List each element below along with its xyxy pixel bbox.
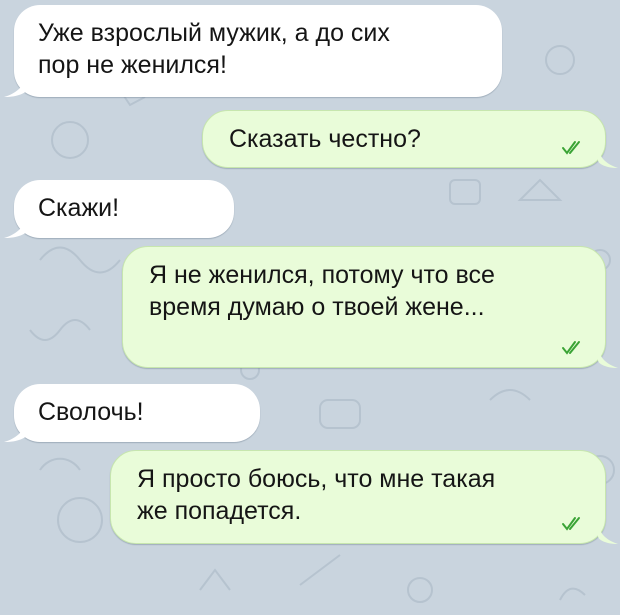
incoming-message[interactable]: Сволочь!	[14, 384, 260, 442]
message-text: Я просто боюсь, что мне такая же попадет…	[137, 465, 496, 525]
double-check-icon	[562, 517, 580, 531]
message-text: Скажи!	[38, 194, 120, 222]
outgoing-message[interactable]: Я не женился, потому что все время думаю…	[122, 246, 606, 368]
double-check-icon	[562, 341, 580, 355]
bubble-tail	[598, 348, 618, 368]
bubble-tail	[4, 216, 28, 238]
incoming-message[interactable]: Скажи!	[14, 180, 234, 238]
incoming-message[interactable]: Уже взрослый мужик, а до сих пор не жени…	[14, 5, 502, 97]
message-text: Сволочь!	[38, 398, 144, 426]
message-text: Я не женился, потому что все время думаю…	[149, 261, 495, 321]
bubble-tail	[598, 524, 618, 544]
bubble-tail	[4, 75, 28, 97]
double-check-icon	[562, 141, 580, 155]
message-text: Сказать честно?	[229, 125, 421, 153]
bubble-tail	[4, 420, 28, 442]
outgoing-message[interactable]: Я просто боюсь, что мне такая же попадет…	[110, 450, 606, 544]
bubble-tail	[598, 148, 618, 168]
message-text: Уже взрослый мужик, а до сих пор не жени…	[38, 19, 390, 79]
outgoing-message[interactable]: Сказать честно?	[202, 110, 606, 168]
